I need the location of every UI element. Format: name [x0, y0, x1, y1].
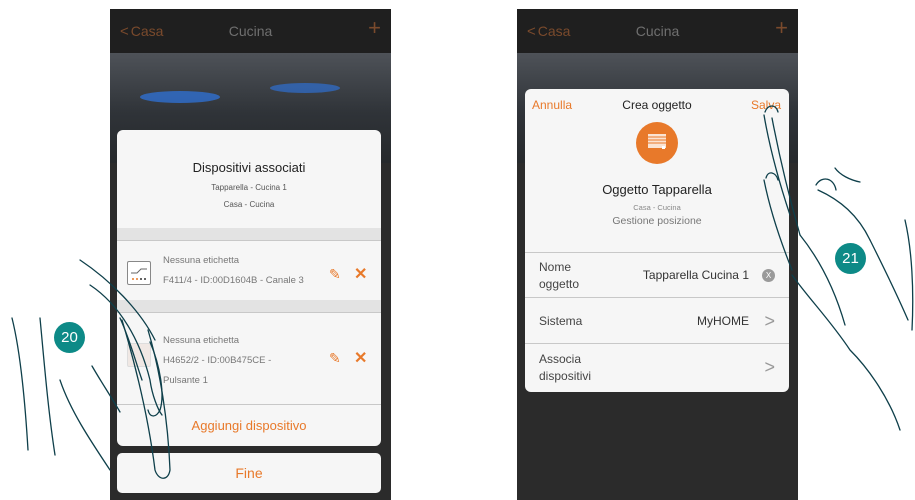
pointing-hand-illustration	[11, 105, 914, 479]
